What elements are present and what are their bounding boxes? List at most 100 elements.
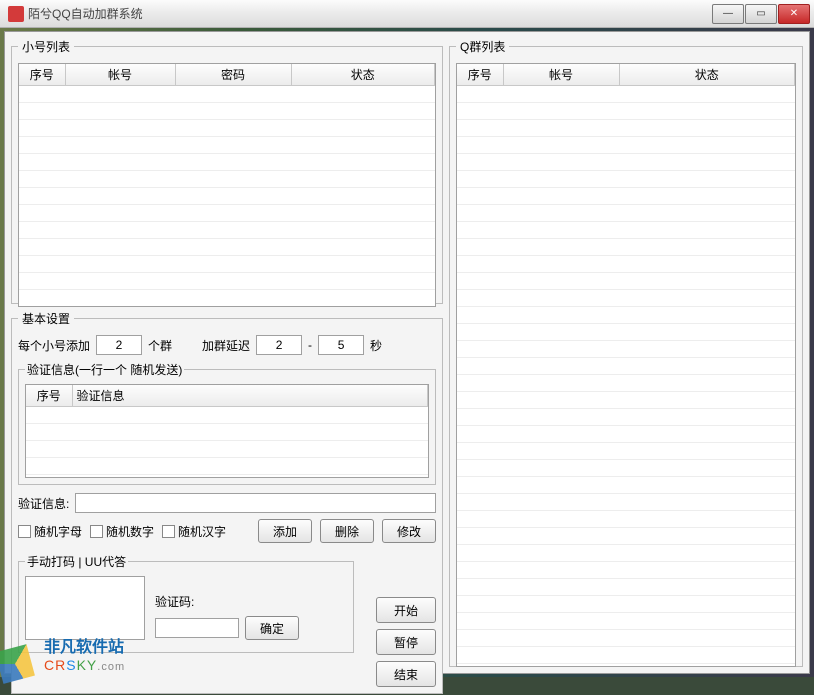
table-row[interactable]	[457, 375, 795, 392]
delay-suffix: 秒	[370, 337, 382, 354]
small-account-table[interactable]: 序号 帐号 密码 状态	[19, 64, 435, 307]
table-row[interactable]	[457, 460, 795, 477]
table-row[interactable]	[19, 137, 435, 154]
chk-random-hanzi[interactable]: 随机汉字	[162, 523, 226, 540]
table-row[interactable]	[457, 426, 795, 443]
table-row[interactable]	[19, 86, 435, 103]
client-area: 小号列表 序号 帐号 密码 状态	[4, 31, 810, 674]
qgroup-col-status[interactable]: 状态	[619, 64, 795, 86]
small-col-status[interactable]: 状态	[291, 64, 435, 86]
table-row[interactable]	[457, 171, 795, 188]
table-row[interactable]	[457, 562, 795, 579]
settings-group: 基本设置 每个小号添加 个群 加群延迟 - 秒 验证信息(一	[11, 310, 443, 694]
close-button[interactable]: ✕	[778, 4, 810, 24]
verify-delete-button[interactable]: 删除	[320, 519, 374, 543]
table-row[interactable]	[26, 424, 428, 441]
verify-input[interactable]	[75, 493, 436, 513]
table-row[interactable]	[457, 324, 795, 341]
table-row[interactable]	[457, 239, 795, 256]
table-row[interactable]	[457, 409, 795, 426]
verify-input-row: 验证信息:	[18, 493, 436, 513]
per-small-input[interactable]	[96, 335, 142, 355]
captcha-input[interactable]	[155, 618, 239, 638]
table-row[interactable]	[457, 596, 795, 613]
table-row[interactable]	[457, 154, 795, 171]
table-row[interactable]	[19, 188, 435, 205]
table-row[interactable]	[457, 392, 795, 409]
verify-table[interactable]: 序号 验证信息	[26, 385, 428, 475]
checkbox-icon	[18, 525, 31, 538]
table-row[interactable]	[457, 477, 795, 494]
app-icon	[8, 6, 24, 22]
table-row[interactable]	[457, 120, 795, 137]
start-button[interactable]: 开始	[376, 597, 436, 623]
table-row[interactable]	[19, 103, 435, 120]
table-row[interactable]	[19, 120, 435, 137]
small-col-index[interactable]: 序号	[19, 64, 65, 86]
table-row[interactable]	[26, 407, 428, 424]
table-row[interactable]	[457, 137, 795, 154]
table-row[interactable]	[457, 579, 795, 596]
table-row[interactable]	[457, 647, 795, 664]
table-row[interactable]	[457, 358, 795, 375]
table-row[interactable]	[457, 205, 795, 222]
table-row[interactable]	[19, 290, 435, 307]
pause-button[interactable]: 暂停	[376, 629, 436, 655]
table-row[interactable]	[457, 222, 795, 239]
table-row[interactable]	[457, 613, 795, 630]
window-body: 小号列表 序号 帐号 密码 状态	[0, 28, 814, 677]
table-row[interactable]	[26, 441, 428, 458]
table-row[interactable]	[19, 273, 435, 290]
table-row[interactable]	[457, 273, 795, 290]
verify-add-button[interactable]: 添加	[258, 519, 312, 543]
table-row[interactable]	[19, 205, 435, 222]
table-row[interactable]	[457, 630, 795, 647]
minimize-button[interactable]: —	[712, 4, 744, 24]
table-row[interactable]	[19, 171, 435, 188]
table-row[interactable]	[457, 494, 795, 511]
titlebar[interactable]: 陌兮QQ自动加群系统 — ▭ ✕	[0, 0, 814, 28]
table-row[interactable]	[19, 154, 435, 171]
window-title: 陌兮QQ自动加群系统	[28, 5, 711, 22]
end-button[interactable]: 结束	[376, 661, 436, 687]
qgroup-table-wrap[interactable]: 序号 帐号 状态	[456, 63, 796, 667]
qgroup-table[interactable]: 序号 帐号 状态	[457, 64, 795, 664]
table-row[interactable]	[457, 256, 795, 273]
table-row[interactable]	[457, 511, 795, 528]
qgroup-group: Q群列表 序号 帐号 状态	[449, 38, 803, 667]
small-account-group: 小号列表 序号 帐号 密码 状态	[11, 38, 443, 304]
qgroup-col-index[interactable]: 序号	[457, 64, 503, 86]
captcha-ok-button[interactable]: 确定	[245, 616, 299, 640]
verify-col-index[interactable]: 序号	[26, 385, 72, 407]
table-row[interactable]	[19, 256, 435, 273]
small-account-legend: 小号列表	[18, 38, 74, 55]
verify-table-wrap[interactable]: 序号 验证信息	[25, 384, 429, 478]
table-row[interactable]	[457, 545, 795, 562]
per-small-prefix: 每个小号添加	[18, 337, 90, 354]
table-row[interactable]	[19, 239, 435, 256]
small-col-password[interactable]: 密码	[175, 64, 291, 86]
maximize-button[interactable]: ▭	[745, 4, 777, 24]
table-row[interactable]	[457, 188, 795, 205]
table-row[interactable]	[457, 341, 795, 358]
table-row[interactable]	[457, 307, 795, 324]
table-row[interactable]	[26, 458, 428, 475]
table-row[interactable]	[457, 528, 795, 545]
action-buttons: 开始 暂停 结束	[376, 597, 436, 687]
verify-modify-button[interactable]: 修改	[382, 519, 436, 543]
table-row[interactable]	[19, 222, 435, 239]
chk-random-digits[interactable]: 随机数字	[90, 523, 154, 540]
qgroup-col-account[interactable]: 帐号	[503, 64, 619, 86]
delay-min-input[interactable]	[256, 335, 302, 355]
table-row[interactable]	[457, 86, 795, 103]
table-row[interactable]	[457, 290, 795, 307]
table-row[interactable]	[457, 443, 795, 460]
captcha-group: 手动打码 | UU代答 验证码: 确定	[18, 553, 354, 653]
table-row[interactable]	[457, 103, 795, 120]
delay-prefix: 加群延迟	[202, 337, 250, 354]
chk-random-letters[interactable]: 随机字母	[18, 523, 82, 540]
small-col-account[interactable]: 帐号	[65, 64, 175, 86]
delay-max-input[interactable]	[318, 335, 364, 355]
small-account-table-wrap[interactable]: 序号 帐号 密码 状态	[18, 63, 436, 307]
verify-col-info[interactable]: 验证信息	[72, 385, 428, 407]
